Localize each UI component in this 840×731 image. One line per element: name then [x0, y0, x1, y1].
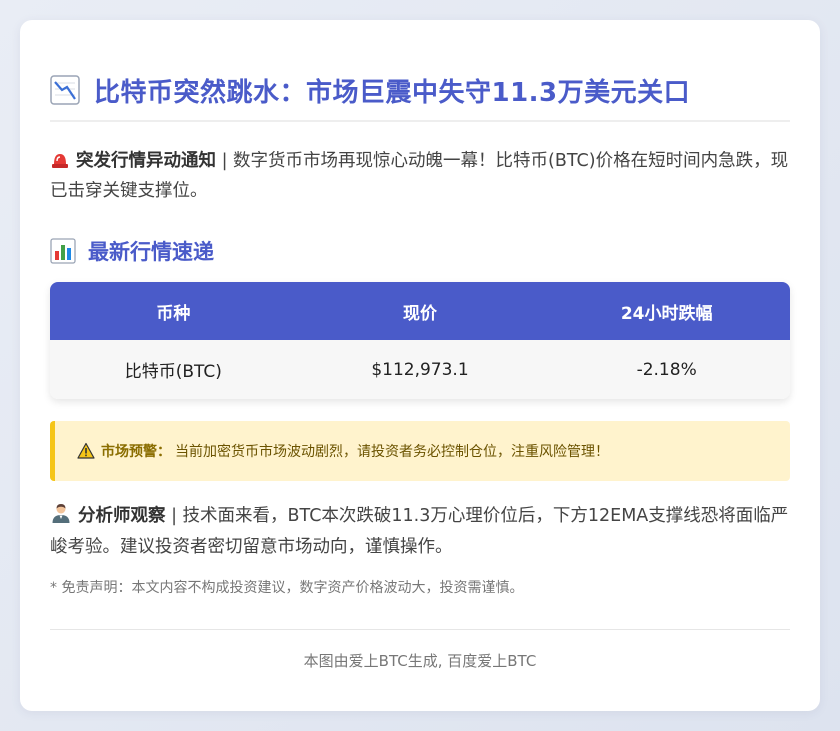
table-header-row: 币种 现价 24小时跌幅	[50, 282, 790, 340]
footer-credit: 本图由爱上BTC生成, 百度爱上BTC	[303, 652, 537, 670]
section-header: 最新行情速递	[50, 234, 790, 268]
chart-decreasing-icon	[50, 75, 80, 105]
cell-price: $112,973.1	[296, 340, 544, 399]
header-coin: 币种	[50, 282, 297, 340]
warning-icon	[77, 442, 95, 459]
header-price: 现价	[296, 282, 544, 340]
alert-label: 突发行情异动通知	[76, 151, 216, 171]
section-title: 最新行情速递	[88, 240, 214, 264]
alert-paragraph: 突发行情异动通知 | 数字货币市场再现惊心动魄一幕！比特币(BTC)价格在短时间…	[50, 146, 790, 206]
divider	[50, 629, 790, 630]
disclaimer: * 免责声明：本文内容不构成投资建议，数字资产价格波动大，投资需谨慎。	[50, 580, 524, 596]
warning-text: 当前加密货币市场波动剧烈，请投资者务必控制仓位，注重风险管理！	[175, 444, 609, 460]
cell-change: -2.18%	[543, 340, 790, 399]
title-row: 比特币突然跳水：市场巨震中失守11.3万美元关口	[50, 60, 790, 122]
news-card: 比特币突然跳水：市场巨震中失守11.3万美元关口 突发行情异动通知 | 数字货币…	[20, 20, 820, 711]
analyst-person-icon	[52, 504, 70, 523]
analyst-label: 分析师观察	[78, 506, 166, 526]
market-warning-box: 市场预警： 当前加密货币市场波动剧烈，请投资者务必控制仓位，注重风险管理！	[50, 421, 790, 481]
cell-coin: 比特币(BTC)	[50, 340, 297, 399]
page-title: 比特币突然跳水：市场巨震中失守11.3万美元关口	[94, 77, 691, 108]
warning-label: 市场预警：	[101, 444, 171, 460]
analyst-paragraph: 分析师观察 | 技术面来看，BTC本次跌破11.3万心理价位后，下方12EMA支…	[50, 501, 790, 563]
bar-chart-icon	[50, 238, 76, 264]
police-light-icon	[52, 154, 68, 168]
table-row: 比特币(BTC) $112,973.1 -2.18%	[50, 340, 790, 399]
price-table: 币种 现价 24小时跌幅 比特币(BTC) $112,973.1 -2.18%	[50, 282, 790, 399]
header-change: 24小时跌幅	[543, 282, 790, 340]
